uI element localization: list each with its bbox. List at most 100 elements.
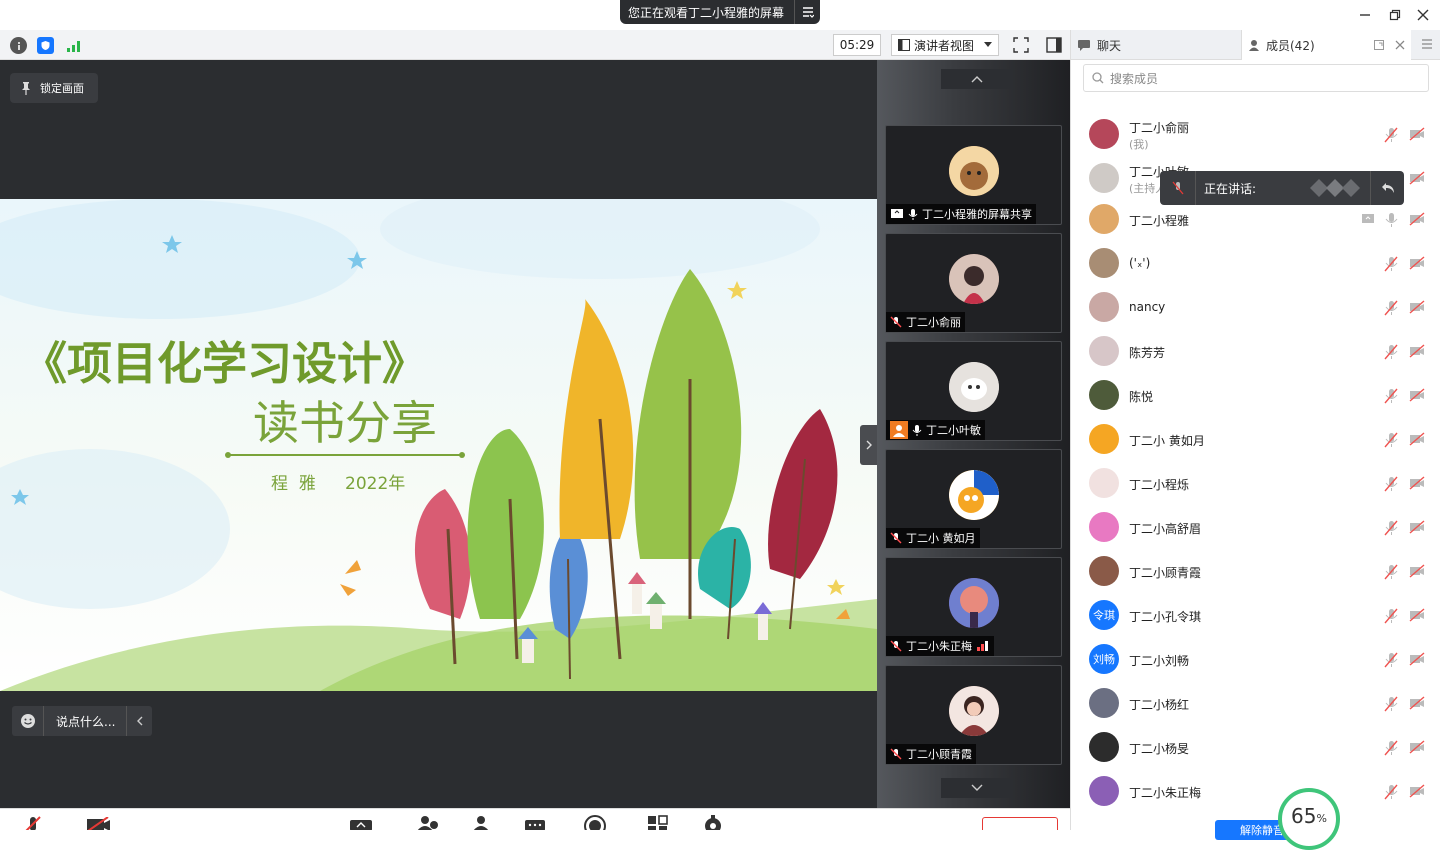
view-mode-select[interactable]: 演讲者视图 [891,34,999,56]
tab-members[interactable]: 成员(42) [1241,30,1411,60]
info-icon[interactable] [10,37,27,54]
camera-off-icon[interactable] [1409,127,1425,143]
mute-mic-icon[interactable] [24,815,42,830]
member-name: 丁二小俞丽 [1129,121,1190,135]
lock-screen-button[interactable]: 锁定画面 [10,73,98,103]
restore-icon[interactable] [1386,6,1404,24]
camera-off-icon[interactable] [1409,212,1425,228]
pin-icon [22,82,30,95]
mic-muted-icon [890,748,902,760]
video-tile[interactable]: 丁二小俞丽 [885,233,1062,333]
member-row[interactable]: 陈芳芳 [1071,330,1440,374]
video-tile[interactable]: 丁二小程雅的屏幕共享 [885,125,1062,225]
chevron-left-icon[interactable] [126,706,152,736]
mic-muted-icon [890,316,902,328]
mic-muted-icon[interactable] [1384,476,1400,492]
member-row[interactable]: 丁二小杨旻 [1071,726,1440,770]
scroll-down-button[interactable] [941,778,1013,798]
camera-off-icon[interactable] [1409,652,1425,668]
camera-off-icon[interactable] [1409,256,1425,272]
member-avatar [1089,512,1119,542]
camera-off-icon[interactable] [1409,171,1425,187]
member-row[interactable]: 令琪 丁二小孔令琪 [1071,594,1440,638]
mic-muted-icon[interactable] [1384,608,1400,624]
member-row[interactable]: 丁二小高舒眉 [1071,506,1440,550]
members-icon[interactable] [471,815,491,830]
share-menu-icon[interactable] [794,0,820,24]
invite-icon[interactable] [416,815,438,830]
mic-muted-icon[interactable] [1384,784,1400,800]
apps-icon[interactable] [647,815,669,830]
popout-icon[interactable] [1374,39,1385,51]
close-icon[interactable] [1414,6,1432,24]
mic-muted-icon[interactable] [1384,564,1400,580]
collapse-thumbnails-handle[interactable] [860,425,878,465]
scroll-up-button[interactable] [941,69,1013,89]
mic-muted-icon[interactable] [1384,127,1400,143]
member-name: 丁二小杨旻 [1129,742,1190,756]
search-placeholder: 搜索成员 [1110,71,1159,86]
member-row[interactable]: 丁二小朱正梅 [1071,770,1440,814]
camera-off-icon[interactable] [1409,696,1425,712]
member-row[interactable]: 丁二小顾青霞 [1071,550,1440,594]
mic-muted-icon[interactable] [1384,740,1400,756]
member-row[interactable]: 丁二小程烁 [1071,462,1440,506]
camera-off-icon[interactable] [1409,300,1425,316]
settings-gear-icon[interactable] [702,815,724,830]
chat-icon[interactable] [524,819,546,830]
screen-share-icon [891,209,903,218]
video-tile[interactable]: 丁二小叶敏 [885,341,1062,441]
camera-off-icon[interactable] [1409,344,1425,360]
signal-strength-icon[interactable] [65,37,82,54]
member-search-input[interactable]: 搜索成员 [1083,64,1429,92]
member-row[interactable]: ('ₓ') [1071,242,1440,286]
minimize-icon[interactable] [1356,6,1374,24]
sidebar-toggle-icon[interactable] [1046,37,1062,53]
slide-author: 程 雅 [271,474,316,494]
mic-muted-icon[interactable] [1384,256,1400,272]
slide-artwork [0,199,877,691]
tab-chat[interactable]: 聊天 [1071,30,1241,60]
member-row[interactable]: 刘畅 丁二小刘畅 [1071,638,1440,682]
camera-off-icon[interactable] [1409,476,1425,492]
close-panel-icon[interactable] [1395,40,1405,50]
member-row[interactable]: 陈悦 [1071,374,1440,418]
chat-input-box[interactable]: 说点什么... [12,706,152,736]
stop-video-icon[interactable] [86,817,112,830]
leave-meeting-button[interactable] [982,817,1058,830]
reply-icon[interactable] [1370,171,1404,205]
mic-muted-icon[interactable] [1384,652,1400,668]
share-screen-icon[interactable] [349,819,373,830]
camera-off-icon[interactable] [1409,432,1425,448]
camera-off-icon[interactable] [1409,388,1425,404]
video-tile[interactable]: 丁二小顾青霞 [885,665,1062,765]
tile-name: 丁二小叶敏 [926,424,981,437]
mic-muted-icon[interactable] [1384,388,1400,404]
camera-off-icon[interactable] [1409,740,1425,756]
chevron-down-icon [971,784,983,791]
mic-muted-icon[interactable] [1384,520,1400,536]
camera-off-icon[interactable] [1409,564,1425,580]
menu-icon[interactable] [1421,38,1433,50]
main-stage: 锁定画面 《项目化学习设计》 读书分享 程 雅 2022年 说点什么... [0,60,877,808]
mic-muted-icon[interactable] [1384,300,1400,316]
mic-icon[interactable] [1384,212,1400,228]
member-row[interactable]: 丁二小杨红 [1071,682,1440,726]
member-row[interactable]: 丁二小俞丽 (我) [1071,113,1440,157]
video-tile[interactable]: 丁二小朱正梅 [885,557,1062,657]
fullscreen-icon[interactable] [1013,37,1029,53]
mic-muted-icon[interactable] [1384,344,1400,360]
video-tile[interactable]: 丁二小 黄如月 [885,449,1062,549]
camera-off-icon[interactable] [1409,520,1425,536]
record-icon[interactable] [584,815,606,830]
camera-off-icon[interactable] [1409,608,1425,624]
emoji-icon[interactable] [12,706,44,736]
member-avatar [1089,468,1119,498]
speaker-names-redacted [1310,179,1360,197]
camera-off-icon[interactable] [1409,784,1425,800]
security-shield-icon[interactable] [37,37,54,54]
mic-muted-icon[interactable] [1384,696,1400,712]
member-row[interactable]: nancy [1071,286,1440,330]
member-row[interactable]: 丁二小 黄如月 [1071,418,1440,462]
mic-muted-icon[interactable] [1384,432,1400,448]
